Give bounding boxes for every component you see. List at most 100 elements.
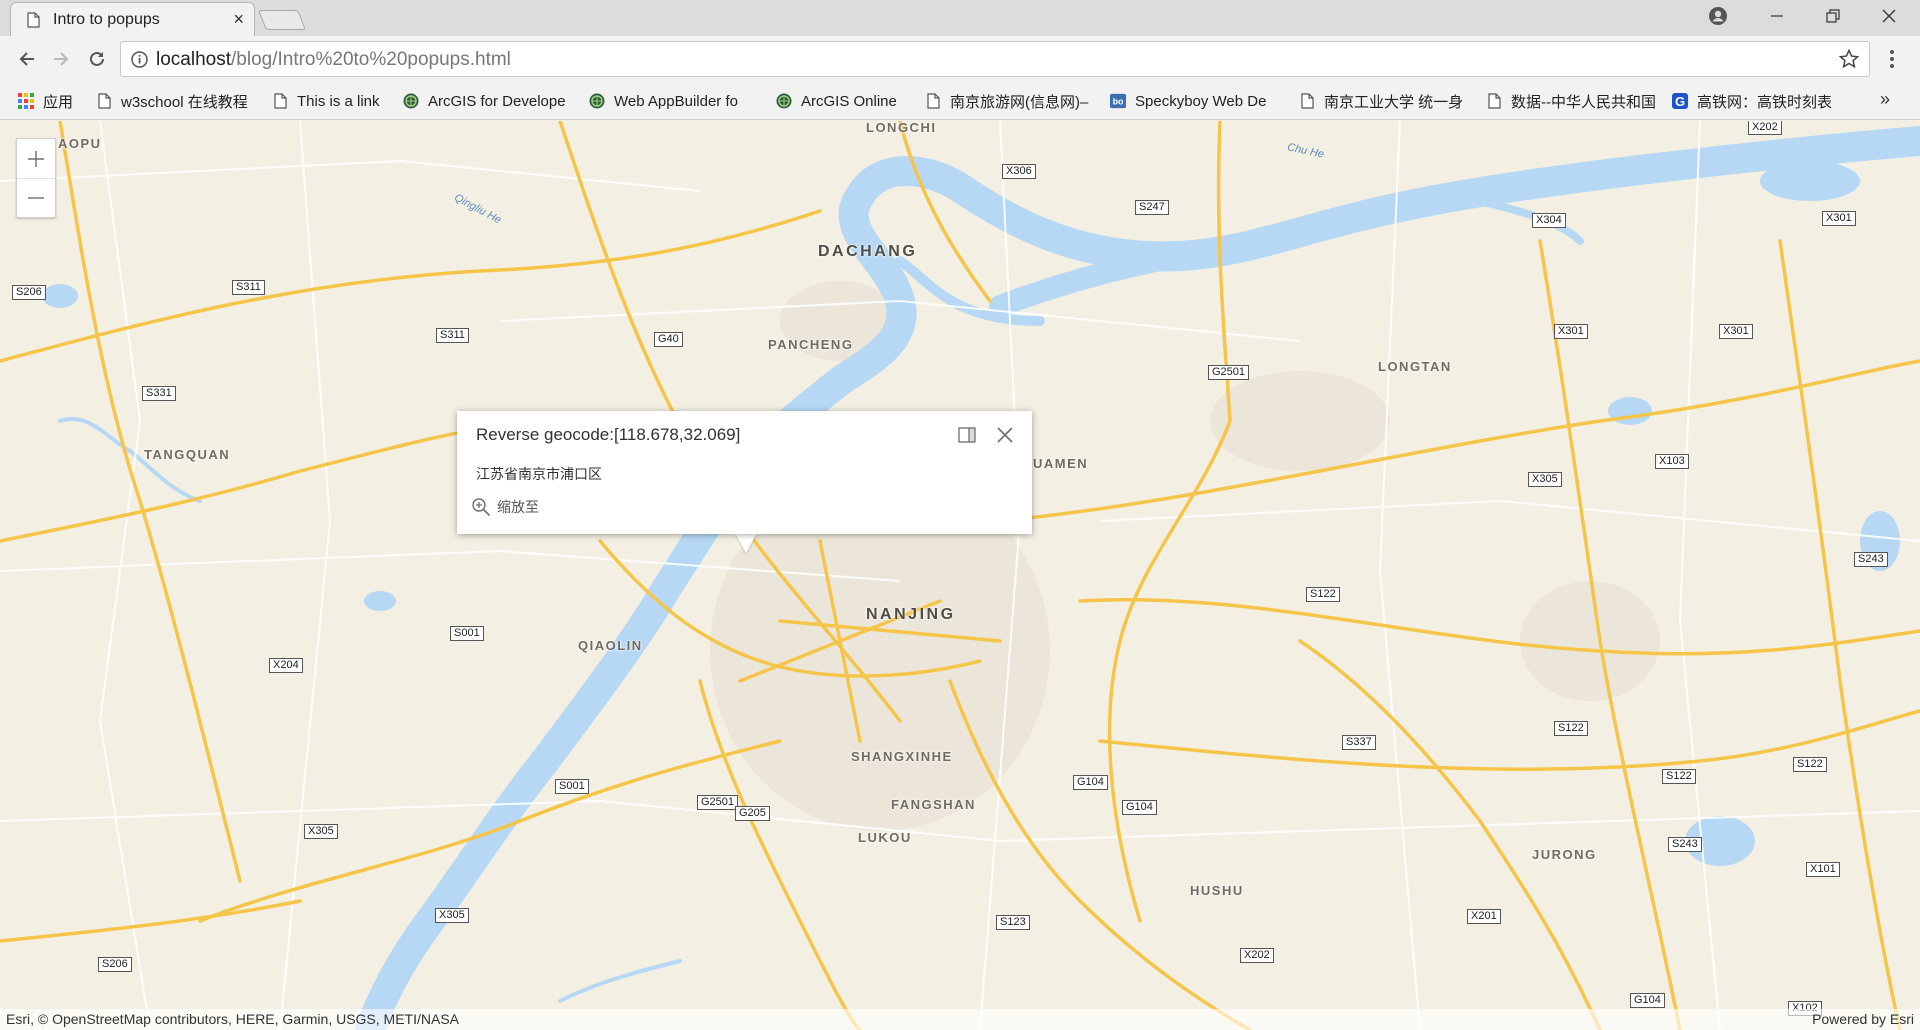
new-tab-button[interactable] (257, 10, 307, 30)
arrow-right-icon (54, 52, 69, 66)
minimize-button[interactable] (1750, 0, 1804, 32)
restore-icon (1826, 9, 1840, 23)
place-label: FANGSHAN (891, 797, 976, 812)
bookmark-arcgis-for-developers[interactable]: ArcGIS for Develope (403, 91, 575, 111)
url-path: /blog/Intro%20to%20popups.html (231, 49, 511, 70)
bookmark-label: w3school 在线教程 (121, 93, 248, 111)
close-window-button[interactable] (1862, 0, 1916, 32)
place-label: UAMEN (1033, 456, 1089, 471)
road-shield: X103 (1655, 454, 1689, 469)
close-icon[interactable] (995, 425, 1015, 445)
road-shield: X304 (1532, 213, 1566, 228)
zoom-to-action[interactable]: 缩放至 (471, 497, 539, 517)
zoom-to-label: 缩放至 (497, 499, 539, 515)
url-host: localhost (156, 49, 231, 70)
bookmark-label: ArcGIS for Develope (428, 92, 566, 110)
road-shield: S247 (1135, 200, 1169, 215)
zoom-out-button[interactable] (17, 178, 55, 217)
bookmark-label: 数据--中华人民共和国 (1511, 93, 1656, 111)
popup-content: 江苏省南京市浦口区 (476, 466, 602, 482)
map-view[interactable]: DACHANG PANCHENG LONGCHI AOPU TANGQUAN L… (0, 121, 1920, 1030)
zoom-in-button[interactable] (17, 139, 55, 178)
page-icon (1486, 93, 1502, 109)
place-label: HUSHU (1190, 883, 1244, 898)
road-shield: X305 (1528, 472, 1562, 487)
back-button[interactable] (14, 46, 40, 72)
zoom-in-magnifier-icon (472, 498, 491, 517)
attribution-bar: Esri, © OpenStreetMap contributors, HERE… (0, 1009, 1920, 1030)
road-shield: X301 (1822, 211, 1856, 226)
more-menu-icon[interactable] (1888, 48, 1896, 70)
bookmark-this-is-a-link[interactable]: This is a link (272, 91, 392, 111)
road-shield: X306 (1002, 164, 1036, 179)
tab-strip: Intro to popups × (0, 0, 1920, 36)
bookmark-data-gov[interactable]: 数据--中华人民共和国 (1486, 91, 1656, 111)
url-text[interactable]: localhost/blog/Intro%20to%20popups.html (156, 49, 511, 71)
road-shield: G2501 (1208, 365, 1250, 380)
page-icon (272, 93, 288, 109)
bo-icon: bo (1110, 93, 1126, 109)
road-shield: S311 (436, 328, 469, 343)
bookmark-speckyboy[interactable]: bo Speckyboy Web De (1110, 91, 1280, 111)
forward-button[interactable] (48, 46, 74, 72)
road-shield: X202 (1240, 948, 1274, 963)
road-shield: G104 (1122, 800, 1157, 815)
dock-icon[interactable] (958, 427, 976, 443)
road-shield: G2501 (697, 795, 739, 810)
bookmark-nanjing-travel[interactable]: 南京旅游网(信息网)– (925, 91, 1093, 111)
globe-icon (403, 93, 419, 109)
globe-icon (776, 93, 792, 109)
powered-by-text[interactable]: Powered by Esri (1812, 1011, 1914, 1027)
bookmark-label: This is a link (297, 92, 380, 110)
bookmark-web-appbuilder[interactable]: Web AppBuilder fo (589, 91, 761, 111)
svg-text:G: G (1675, 94, 1685, 109)
road-shield: S243 (1668, 837, 1702, 852)
road-shield: S122 (1554, 721, 1588, 736)
basemap (0, 121, 1920, 1030)
bookmark-njtech[interactable]: 南京工业大学 统一身 (1299, 91, 1467, 111)
reload-icon (90, 51, 104, 66)
close-icon (1882, 9, 1896, 23)
popup-title: Reverse geocode:[118.678,32.069] (476, 425, 741, 444)
road-shield: X305 (304, 824, 338, 839)
info-icon[interactable] (131, 51, 148, 68)
bookmark-label: 高铁网：高铁时刻表 (1697, 93, 1833, 111)
road-shield: S311 (232, 280, 265, 295)
road-shield: S122 (1306, 587, 1340, 602)
plus-icon (28, 150, 44, 167)
browser-tab[interactable]: Intro to popups × (10, 2, 255, 36)
road-shield: S331 (142, 386, 176, 401)
popup: Reverse geocode:[118.678,32.069] 江苏省南京市浦… (457, 411, 1032, 534)
road-shield: S001 (450, 626, 484, 641)
bookmark-star-icon[interactable] (1839, 49, 1859, 69)
bookmarks-overflow-button[interactable]: » (1880, 89, 1890, 110)
road-shield: S206 (12, 285, 46, 300)
bookmarks-bar: 应用 w3school 在线教程 This is a link ArcGIS f… (0, 82, 1920, 120)
road-shield: G104 (1630, 993, 1665, 1008)
restore-button[interactable] (1806, 0, 1860, 32)
zoom-control (16, 138, 56, 218)
place-label: AOPU (58, 136, 102, 151)
bookmark-gaotie[interactable]: G 高铁网：高铁时刻表 (1672, 91, 1844, 111)
page-icon (1299, 93, 1315, 109)
place-label: TANGQUAN (144, 447, 231, 462)
bookmark-label: 应用 (43, 93, 74, 111)
road-shield: S122 (1662, 769, 1696, 784)
bookmark-arcgis-online[interactable]: ArcGIS Online (776, 91, 911, 111)
address-bar[interactable]: localhost/blog/Intro%20to%20popups.html (120, 41, 1870, 77)
bookmark-apps[interactable]: 应用 (18, 91, 80, 111)
g-icon: G (1672, 93, 1688, 109)
minimize-icon (1771, 15, 1783, 17)
tab-title: Intro to popups (53, 11, 160, 28)
bookmark-label: 南京工业大学 统一身 (1324, 93, 1464, 111)
bookmark-w3school[interactable]: w3school 在线教程 (96, 91, 256, 111)
tab-close-button[interactable]: × (233, 9, 244, 29)
road-shield: X301 (1554, 324, 1588, 339)
reload-button[interactable] (84, 46, 110, 72)
road-shield: X305 (435, 908, 469, 923)
profile-icon[interactable] (1708, 6, 1728, 26)
minus-icon (28, 197, 44, 199)
svg-text:bo: bo (1113, 97, 1124, 107)
popup-pointer (735, 533, 757, 553)
page-icon (96, 93, 112, 109)
